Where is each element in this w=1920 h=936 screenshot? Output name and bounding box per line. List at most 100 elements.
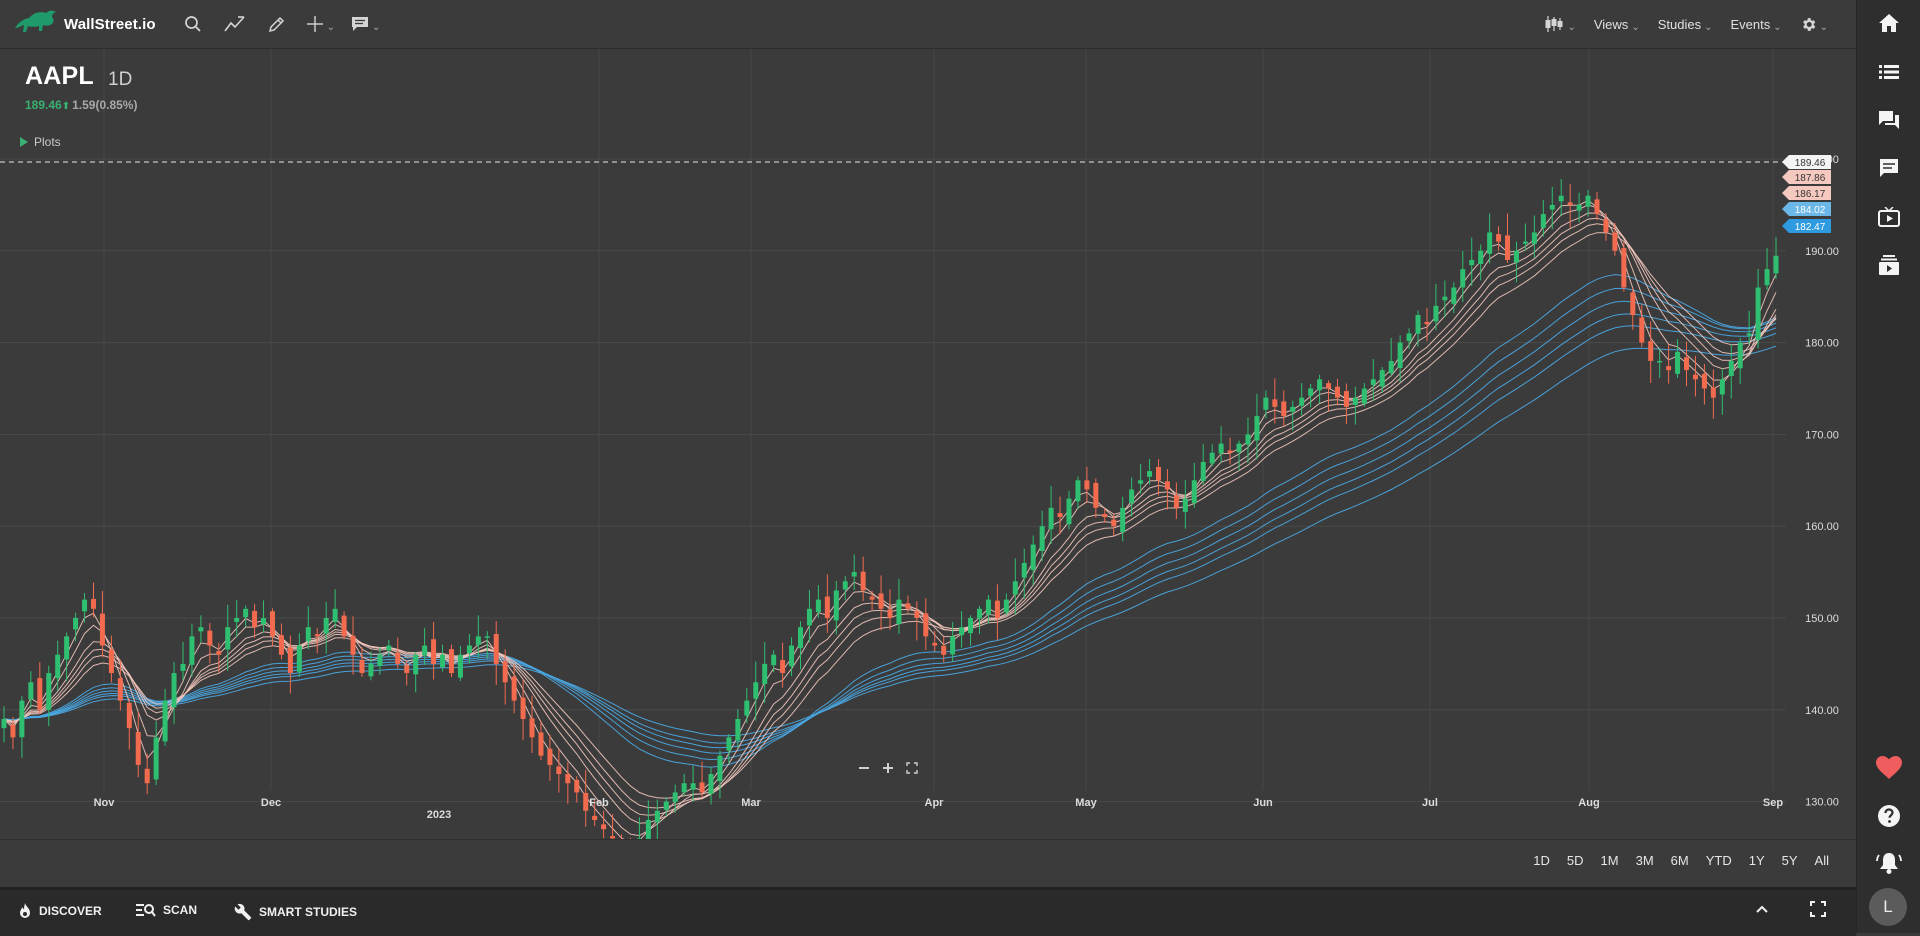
- candle-body: [395, 652, 401, 664]
- chart-canvas[interactable]: 130.00 140.00 150.00 160.00 170.00 180.00 190.…: [0, 49, 1856, 839]
- comments-panel-button[interactable]: [1857, 148, 1920, 188]
- candle-body: [475, 636, 481, 645]
- range-button-3m[interactable]: 3M: [1636, 853, 1654, 868]
- search-button[interactable]: [178, 0, 208, 48]
- candle-body: [19, 700, 25, 738]
- chart-interval[interactable]: 1D: [108, 69, 132, 91]
- user-avatar[interactable]: L: [1869, 888, 1907, 926]
- candle-body: [1290, 406, 1296, 412]
- scan-button[interactable]: SCAN: [136, 903, 197, 917]
- candle-body: [386, 645, 392, 651]
- slow-ma-line: [3, 345, 1777, 737]
- range-button-all[interactable]: All: [1815, 853, 1829, 868]
- draw-tool-button[interactable]: [262, 0, 292, 48]
- candle-body: [601, 824, 607, 830]
- candle-body: [556, 766, 562, 775]
- fullscreen-button[interactable]: [1810, 901, 1826, 917]
- home-button[interactable]: [1857, 3, 1920, 43]
- candle-body: [529, 718, 535, 738]
- favorites-button[interactable]: [1857, 748, 1920, 788]
- candle-body: [950, 636, 956, 655]
- candle-body: [645, 819, 651, 839]
- x-tick-label: Apr: [925, 797, 945, 809]
- candle-body: [422, 645, 428, 656]
- trend-line-icon: [223, 16, 245, 32]
- price-axis-label: 182.47: [1782, 219, 1831, 233]
- candle-body: [269, 611, 275, 637]
- candle-body: [171, 673, 177, 708]
- candle-body: [216, 650, 222, 655]
- range-button-6m[interactable]: 6M: [1671, 853, 1689, 868]
- candle-body: [663, 801, 669, 810]
- candle-body: [28, 682, 34, 700]
- range-button-ytd[interactable]: YTD: [1706, 853, 1732, 868]
- candle-body: [538, 732, 544, 756]
- settings-menu[interactable]: ⌄: [1800, 16, 1828, 33]
- zoom-in-button[interactable]: [882, 762, 894, 774]
- video-button[interactable]: [1857, 197, 1920, 237]
- expand-panel-button[interactable]: [1754, 901, 1770, 917]
- events-label: Events: [1730, 16, 1771, 32]
- expand-icon: [906, 762, 918, 774]
- y-tick-label: 140.00: [1805, 705, 1839, 717]
- x-tick-label: Nov: [94, 797, 116, 809]
- price-axis-label-text: 187.86: [1795, 173, 1826, 184]
- crosshair-button[interactable]: ⌄: [306, 0, 335, 48]
- fast-ma-line: [3, 204, 1777, 837]
- candle-body: [672, 792, 678, 802]
- alerts-button[interactable]: [1857, 843, 1920, 883]
- y-tick-label: 180.00: [1805, 338, 1839, 350]
- candle-body: [1746, 333, 1752, 336]
- candle-body: [1272, 399, 1278, 407]
- candle-body: [824, 596, 830, 618]
- help-button[interactable]: [1857, 796, 1920, 836]
- chart-type-menu[interactable]: ⌄: [1544, 15, 1576, 33]
- y-tick-label: 160.00: [1805, 521, 1839, 533]
- bell-alert-icon: [1875, 853, 1902, 874]
- candle-body: [1326, 383, 1332, 389]
- discover-button[interactable]: DISCOVER: [18, 903, 102, 919]
- candle-body: [1442, 296, 1448, 301]
- comments-button[interactable]: ⌄: [351, 0, 380, 48]
- pencil-icon: [268, 16, 284, 33]
- x-tick-label: 2023: [427, 809, 451, 821]
- price-quote: 189.46⬆ 1.59(0.85%): [25, 98, 137, 112]
- subscriptions-button[interactable]: [1857, 245, 1920, 285]
- events-menu[interactable]: Events ⌄: [1730, 16, 1781, 33]
- range-button-1y[interactable]: 1Y: [1749, 853, 1765, 868]
- candle-body: [959, 627, 965, 636]
- fullscreen-icon: [1810, 901, 1826, 917]
- candle-body: [10, 724, 16, 738]
- watchlist-button[interactable]: [1857, 52, 1920, 92]
- gear-icon: [1802, 17, 1815, 31]
- candle-body: [1361, 388, 1367, 404]
- smart-studies-button[interactable]: SMART STUDIES: [234, 903, 357, 921]
- fit-chart-button[interactable]: [906, 762, 918, 774]
- candle-body: [82, 599, 88, 612]
- candle-body: [135, 731, 141, 765]
- range-button-5d[interactable]: 5D: [1567, 853, 1584, 868]
- chat-button[interactable]: [1857, 100, 1920, 140]
- candle-body: [1039, 526, 1045, 551]
- candle-body: [1236, 443, 1242, 453]
- symbol-ticker[interactable]: AAPL: [25, 62, 94, 91]
- trend-tool-button[interactable]: [220, 0, 250, 48]
- views-menu[interactable]: Views ⌄: [1594, 16, 1640, 33]
- range-button-1m[interactable]: 1M: [1601, 853, 1619, 868]
- studies-menu[interactable]: Studies ⌄: [1658, 16, 1713, 33]
- range-button-5y[interactable]: 5Y: [1782, 853, 1798, 868]
- bull-logo-icon: [12, 6, 58, 43]
- range-button-1d[interactable]: 1D: [1533, 853, 1550, 868]
- candle-body: [1048, 507, 1054, 530]
- plots-toggle[interactable]: Plots: [20, 135, 61, 149]
- brand[interactable]: WallStreet.io: [0, 6, 156, 43]
- candle-body: [1630, 292, 1636, 316]
- candle-body: [941, 645, 947, 655]
- price-chart[interactable]: 130.00 140.00 150.00 160.00 170.00 180.00 190.…: [0, 49, 1856, 839]
- candle-body: [448, 649, 454, 674]
- candle-body: [64, 636, 70, 660]
- zoom-out-button[interactable]: [858, 762, 870, 774]
- candle-body: [1433, 305, 1439, 322]
- candle-body: [699, 782, 705, 793]
- candle-body: [878, 593, 884, 609]
